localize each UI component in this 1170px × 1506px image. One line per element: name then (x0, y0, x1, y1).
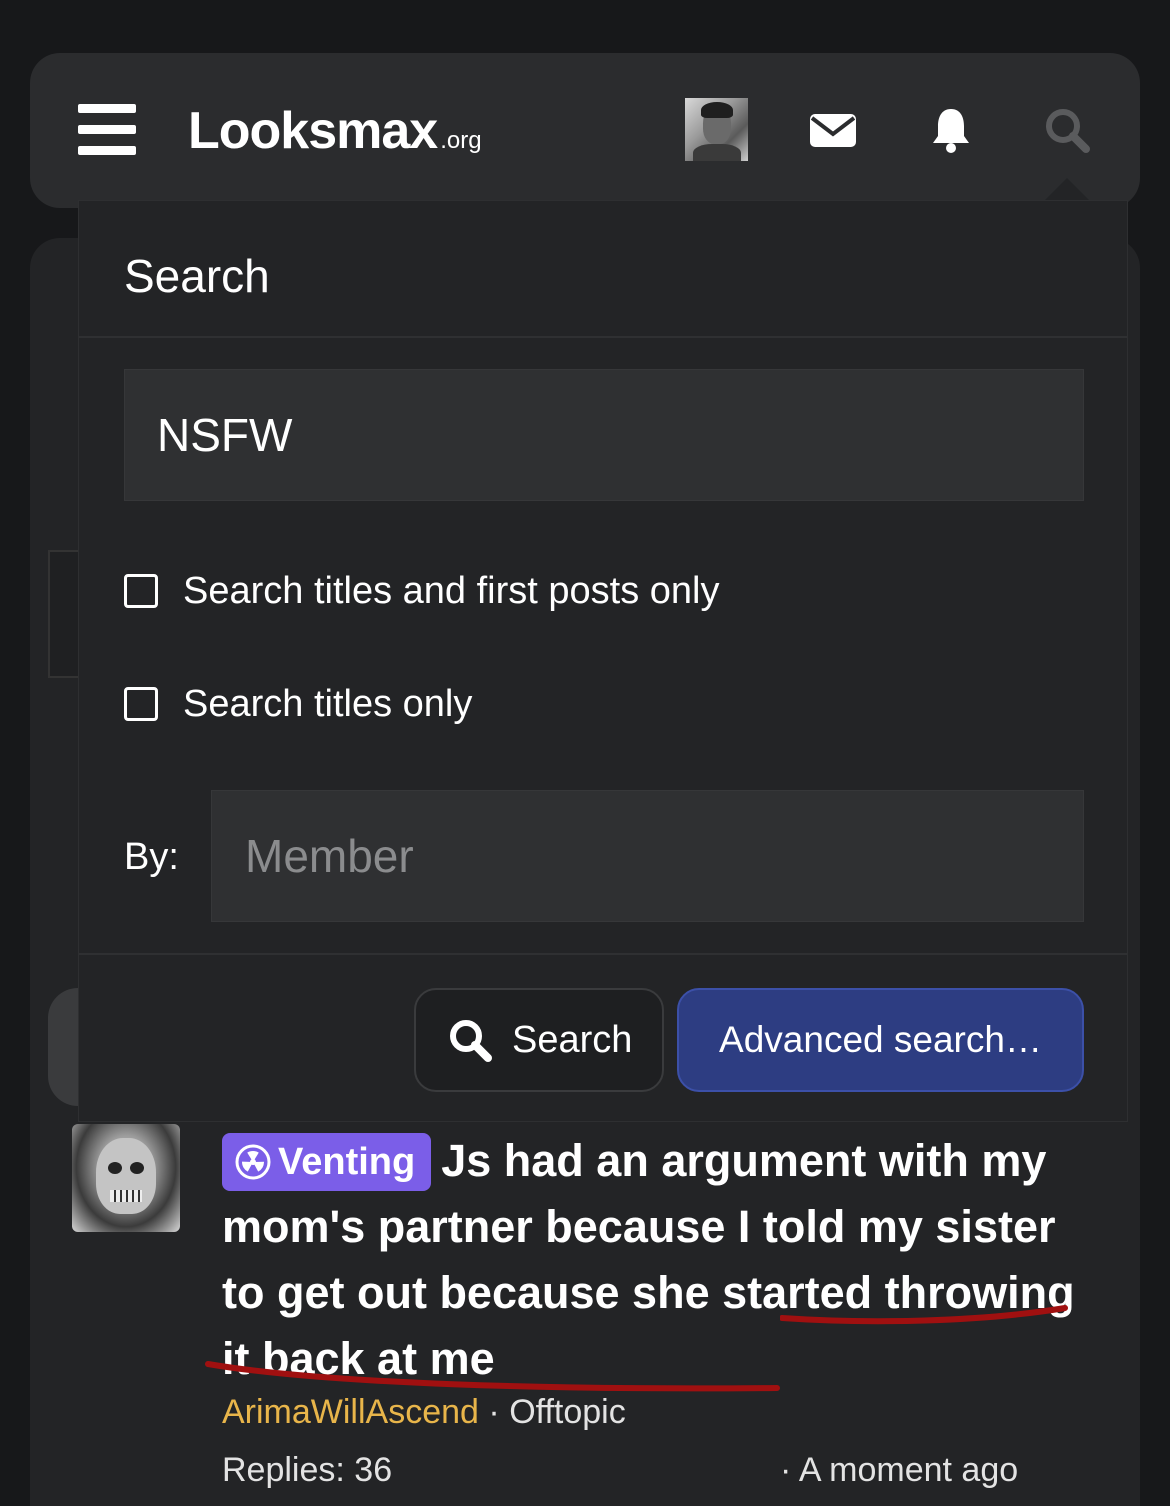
envelope-icon[interactable] (808, 105, 858, 155)
thread-prefix-badge[interactable]: Venting (222, 1133, 432, 1191)
search-icon (450, 1020, 492, 1062)
meta-separator: · (488, 1393, 500, 1431)
thread-prefix-label: Venting (278, 1141, 416, 1183)
option-label: Search titles only (183, 682, 473, 725)
logo-tld: .org (440, 127, 482, 154)
thread-last-activity[interactable]: · A moment ago (780, 1448, 1018, 1492)
thread-author-link[interactable]: ArimaWillAscend (222, 1393, 479, 1431)
dropdown-divider (79, 953, 1127, 955)
advanced-search-label: Advanced search… (719, 1019, 1042, 1060)
option-label: Search titles and first posts only (183, 569, 720, 612)
search-button[interactable]: Search (414, 988, 664, 1092)
page: Looksmax .org Search Search titles and f… (0, 0, 1170, 1506)
search-query-input[interactable] (124, 369, 1084, 501)
user-avatar[interactable] (685, 98, 748, 161)
by-label: By: (124, 836, 179, 878)
search-dropdown-header: Search (79, 201, 1127, 338)
checkbox-titles-first-posts[interactable] (124, 574, 158, 608)
site-logo[interactable]: Looksmax .org (188, 101, 482, 161)
thread-title[interactable]: Venting Js had an argument with my mom's … (222, 1128, 1102, 1392)
advanced-search-button[interactable]: Advanced search… (677, 988, 1084, 1092)
search-icon[interactable] (1042, 105, 1092, 155)
search-dropdown-title: Search (124, 250, 270, 302)
thread-forum-link[interactable]: Offtopic (509, 1393, 626, 1431)
option-titles-first-posts[interactable]: Search titles and first posts only (124, 566, 719, 616)
thread-meta: ArimaWillAscend · Offtopic (222, 1390, 626, 1434)
bell-icon[interactable] (926, 105, 976, 155)
search-button-label: Search (512, 1018, 633, 1061)
checkbox-titles-only[interactable] (124, 687, 158, 721)
site-header: Looksmax .org (30, 53, 1140, 208)
hamburger-menu-icon[interactable] (78, 104, 136, 155)
logo-text: Looksmax (188, 102, 438, 160)
annotation-underline (780, 1305, 1068, 1325)
radiation-icon (235, 1144, 271, 1180)
search-dropdown: Search Search titles and first posts onl… (78, 200, 1128, 1122)
option-titles-only[interactable]: Search titles only (124, 679, 472, 729)
thread-replies: Replies: 36 (222, 1451, 393, 1489)
thread-author-avatar[interactable] (72, 1124, 180, 1232)
member-input[interactable] (211, 790, 1084, 922)
dropdown-caret (1045, 178, 1089, 200)
